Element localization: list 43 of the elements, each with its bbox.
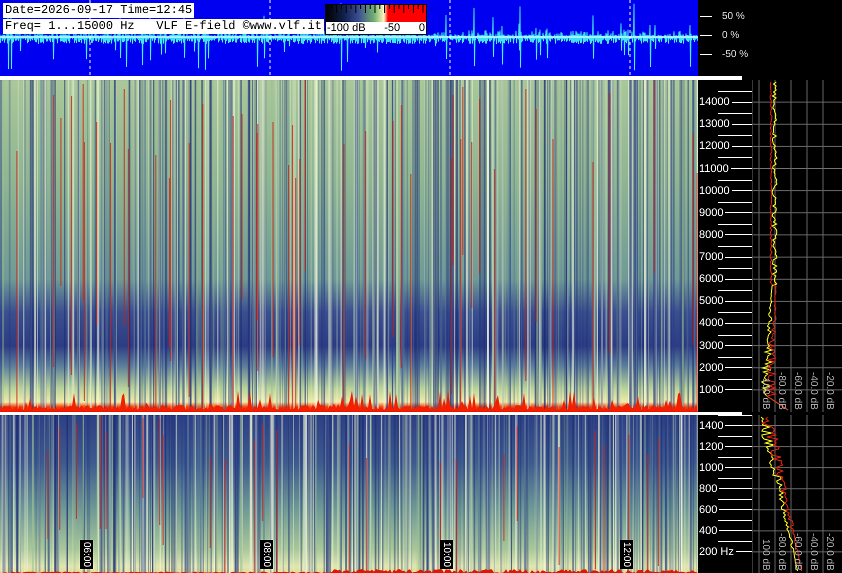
amplitude-label: 0 %: [722, 30, 740, 41]
decibel-label: -80.0 dB: [776, 372, 787, 410]
frequency-label: 13000: [699, 118, 730, 130]
decibel-label: 100 dB: [760, 539, 771, 571]
frequency-label: 4000: [699, 317, 724, 330]
decibel-label: -40.0 dB: [808, 372, 819, 410]
frequency-label: 400: [699, 524, 718, 537]
frequency-label: 9000: [699, 206, 724, 219]
time-label: 12:00: [620, 540, 633, 569]
scale-label: -100 dB: [327, 22, 366, 34]
scale-label: -50: [384, 22, 400, 34]
time-label: 10:00: [440, 540, 453, 569]
frequency-label: 800: [699, 482, 718, 495]
frequency-label: 10000: [699, 184, 730, 197]
frequency-label: 6000: [699, 273, 724, 286]
frequency-label: 11000: [699, 162, 729, 175]
amplitude-label: -50 %: [722, 49, 748, 60]
frequency-label: 1400: [699, 420, 724, 432]
frequency-label: 1200: [699, 440, 724, 453]
frequency-label: 8000: [699, 228, 724, 241]
decibel-label: -40.0 dB: [808, 533, 819, 571]
decibel-label: -80.0 dB: [776, 533, 787, 571]
amplitude-label: 50 %: [722, 11, 745, 22]
frequency-label: 5000: [699, 295, 724, 308]
date-time-label: Date=2026-09-17 Time=12:45: [3, 3, 194, 18]
scale-label: 0: [418, 22, 425, 34]
decibel-label: -60.0 dB: [792, 533, 803, 571]
frequency-label: 200 Hz: [699, 546, 734, 558]
frequency-label: 7000: [699, 251, 724, 264]
frequency-label: 1000: [699, 462, 724, 474]
decibel-label: -20.0 dB: [824, 533, 835, 571]
decibel-label: -20.0 dB: [824, 372, 835, 410]
decibel-label: -60.0 dB: [792, 372, 803, 410]
frequency-info-label: Freq= 1...15000 Hz VLF E-field ©www.vlf.it: [3, 19, 324, 34]
time-label: 08:00: [260, 540, 273, 569]
frequency-label: 600: [699, 504, 718, 516]
decibel-label: 100 dB: [760, 378, 771, 410]
frequency-label: 3000: [699, 340, 724, 352]
time-label: 06:00: [80, 540, 93, 569]
frequency-label: 2000: [699, 362, 724, 374]
frequency-label: 1000: [699, 384, 724, 396]
frequency-label: 14000: [699, 96, 730, 108]
frequency-label: 12000: [699, 140, 730, 152]
